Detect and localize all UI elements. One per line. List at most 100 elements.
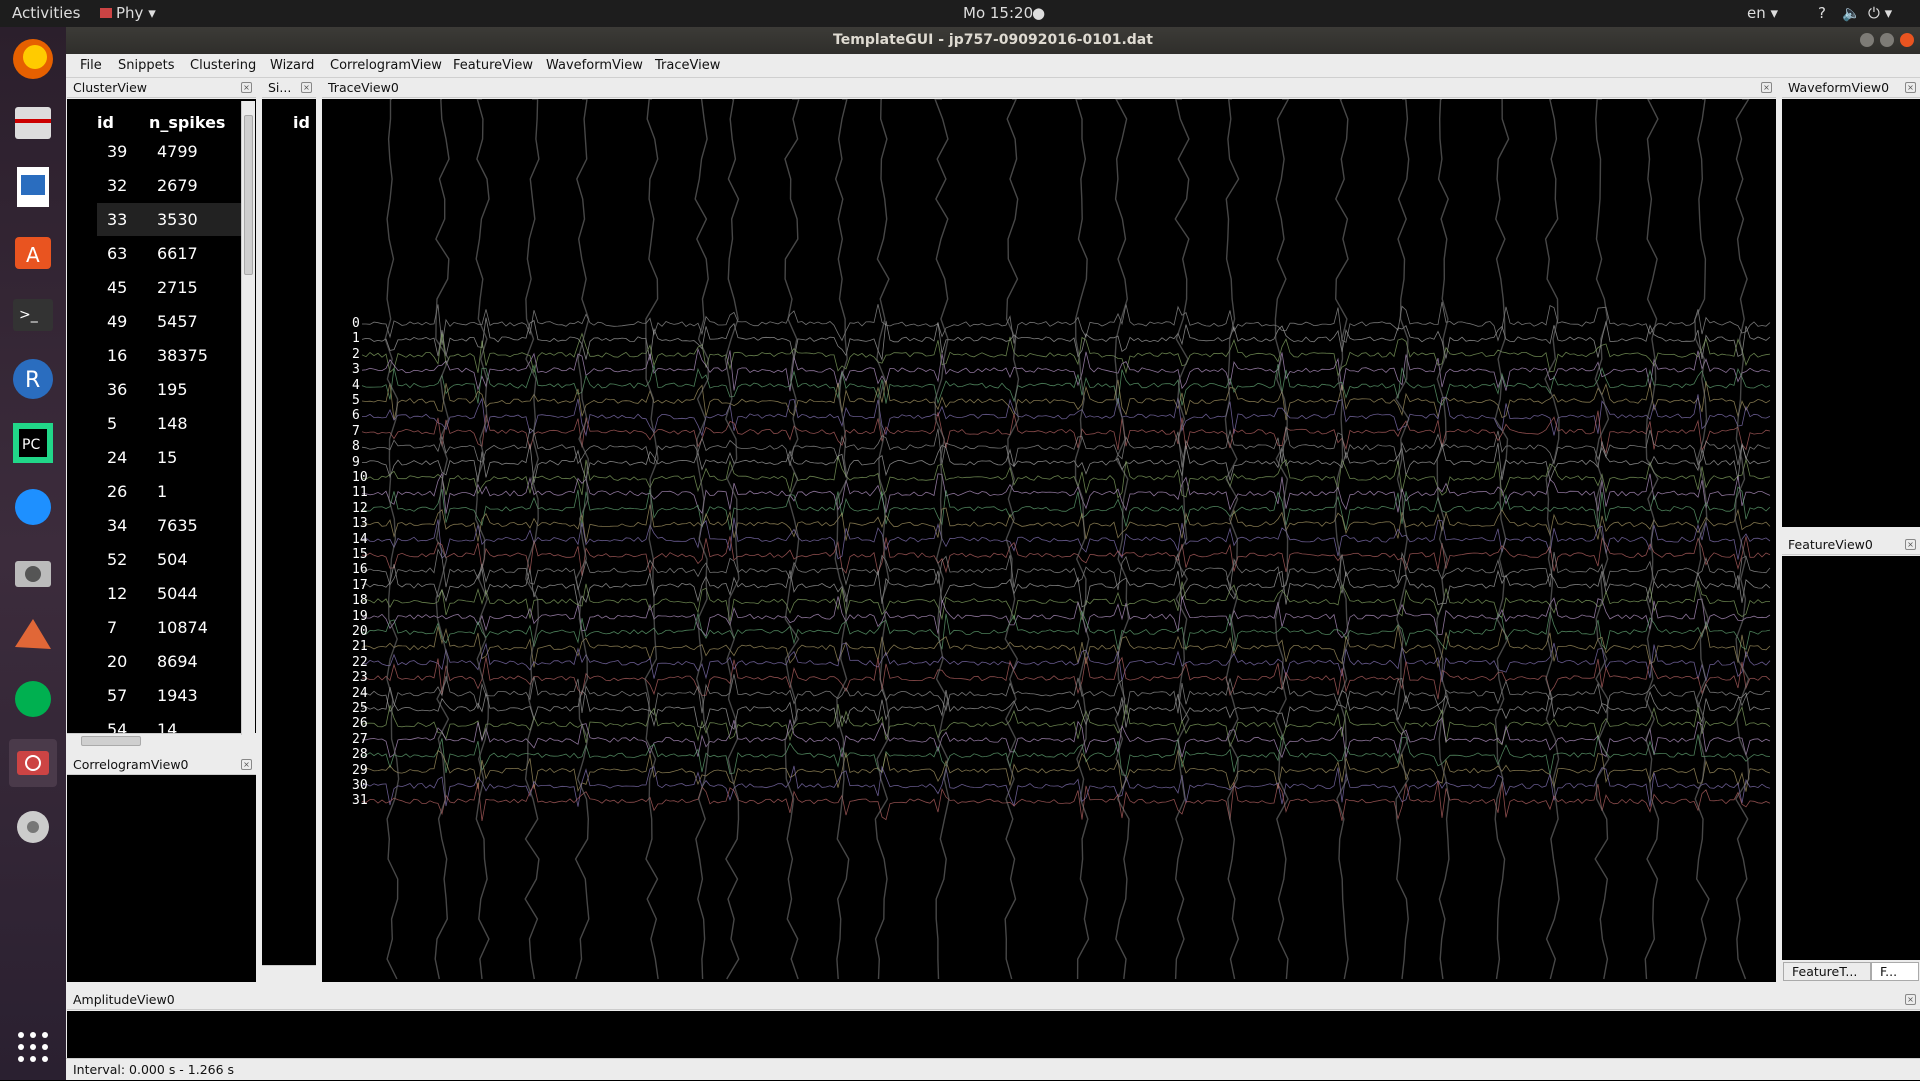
column-header-id[interactable]: id — [97, 113, 114, 132]
app-menu[interactable]: Phy ▾ — [100, 4, 156, 22]
similarity-table[interactable]: id — [262, 99, 316, 965]
column-header-n-spikes[interactable]: n_spikes — [149, 113, 225, 132]
software-center-icon[interactable]: A — [9, 227, 57, 275]
menu-correlogramview[interactable]: CorrelogramView — [330, 58, 442, 73]
cluster-row[interactable]: 52 504 — [97, 543, 241, 576]
spike-burst — [874, 99, 890, 980]
channel-label: 21 — [352, 639, 368, 655]
language-selector[interactable]: en ▾ — [1747, 4, 1778, 22]
power-icon[interactable]: ⏻ ▾ — [1868, 4, 1892, 22]
correlogramview-close-icon[interactable]: × — [241, 759, 252, 770]
channel-label: 29 — [352, 762, 368, 778]
traceview-close-icon[interactable]: × — [1761, 82, 1772, 93]
correlogramview-title: CorrelogramView0 × — [67, 755, 256, 775]
channel-label: 24 — [352, 685, 368, 701]
amplitudeview-close-icon[interactable]: × — [1905, 994, 1916, 1005]
channel-label: 10 — [352, 470, 368, 485]
close-icon[interactable] — [1900, 33, 1914, 47]
camera-icon[interactable] — [9, 547, 57, 595]
terminal-icon[interactable]: >_ — [9, 291, 57, 339]
cluster-row[interactable]: 39 4799 — [97, 135, 241, 168]
cluster-row[interactable]: 24 15 — [97, 441, 241, 474]
settings-icon[interactable] — [9, 803, 57, 851]
cluster-n-spikes: 5457 — [157, 312, 198, 331]
volume-icon[interactable]: 🔈 — [1842, 4, 1861, 22]
r-icon[interactable]: R — [9, 355, 57, 403]
blue-app-icon[interactable] — [9, 483, 57, 531]
channel-trace — [361, 504, 1771, 543]
cluster-row[interactable]: 63 6617 — [97, 237, 241, 270]
cluster-row[interactable]: 34 7635 — [97, 509, 241, 542]
clock[interactable]: Mo 15:20 — [963, 4, 1033, 22]
channel-trace — [361, 456, 1771, 499]
cluster-row[interactable]: 32 2679 — [97, 169, 241, 202]
cluster-row[interactable]: 33 3530 — [97, 203, 241, 236]
channel-trace — [361, 364, 1771, 406]
network-icon[interactable]: ? — [1818, 4, 1826, 22]
cluster-row[interactable]: 26 1 — [97, 475, 241, 508]
cluster-vertical-scrollbar[interactable] — [241, 101, 255, 735]
channel-trace — [361, 765, 1771, 807]
menu-wizard[interactable]: Wizard — [270, 58, 314, 73]
cluster-id: 63 — [107, 244, 128, 263]
green-app-icon[interactable] — [9, 675, 57, 723]
cluster-row[interactable]: 7 10874 — [97, 611, 241, 644]
menu-traceview[interactable]: TraceView — [655, 58, 720, 73]
window-titlebar: TemplateGUI - jp757-09092016-0101.dat — [66, 27, 1920, 54]
scrollbar-thumb[interactable] — [244, 115, 253, 275]
channel-label: 13 — [352, 516, 368, 532]
cluster-row[interactable]: 57 1943 — [97, 679, 241, 712]
cluster-n-spikes: 148 — [157, 414, 188, 433]
cluster-row[interactable]: 12 5044 — [97, 577, 241, 610]
cluster-row[interactable]: 36 195 — [97, 373, 241, 406]
show-apps-icon[interactable] — [9, 1023, 57, 1071]
cluster-row[interactable]: 54 14 — [97, 713, 241, 733]
menu-snippets[interactable]: Snippets — [118, 58, 174, 73]
featureview-close-icon[interactable]: × — [1905, 539, 1916, 550]
channel-label: 16 — [352, 562, 368, 578]
menu-file[interactable]: File — [80, 58, 102, 73]
channel-trace — [362, 301, 1771, 346]
clusterview-close-icon[interactable]: × — [241, 82, 252, 93]
cluster-table[interactable]: id n_spikes 39 4799 32 2679 33 3530 63 6617 45 27… — [67, 99, 256, 733]
phy-icon[interactable] — [9, 739, 57, 787]
cluster-row[interactable]: 45 2715 — [97, 271, 241, 304]
correlogram-canvas[interactable] — [67, 775, 256, 982]
dock: A >_ R PC — [0, 27, 66, 1080]
writer-icon[interactable] — [9, 163, 57, 211]
waveformview-close-icon[interactable]: × — [1905, 82, 1916, 93]
files-icon[interactable] — [9, 99, 57, 147]
waveform-canvas[interactable] — [1782, 99, 1920, 527]
cluster-row[interactable]: 5 148 — [97, 407, 241, 440]
cluster-horizontal-scrollbar[interactable] — [67, 733, 241, 748]
featureview-title: FeatureView0 × — [1782, 535, 1920, 555]
spike-burst — [1004, 99, 1020, 980]
channel-label: 22 — [352, 654, 368, 670]
amplitude-canvas[interactable] — [67, 1011, 1920, 1058]
pycharm-icon[interactable]: PC — [9, 419, 57, 467]
channel-label: 28 — [352, 747, 368, 763]
similarity-horizontal-scrollbar[interactable] — [262, 965, 316, 980]
channel-trace — [361, 379, 1771, 421]
traceview-title-label: TraceView0 — [328, 80, 399, 95]
cluster-row[interactable]: 49 5457 — [97, 305, 241, 338]
activities-button[interactable]: Activities — [12, 4, 80, 22]
similarity-column-header-id[interactable]: id — [293, 113, 310, 132]
maximize-icon[interactable] — [1880, 33, 1894, 47]
feature-canvas[interactable] — [1782, 556, 1920, 960]
tab-featureview[interactable]: F... — [1871, 962, 1919, 981]
menu-featureview[interactable]: FeatureView — [453, 58, 533, 73]
cluster-row[interactable]: 16 38375 — [97, 339, 241, 372]
minimize-icon[interactable] — [1860, 33, 1874, 47]
trace-canvas[interactable]: 0 1 2 3 4 5 6 7 8 9 10 11 12 13 14 15 16 17 18 19 20 21 22 23 24… — [322, 99, 1776, 982]
menu-clustering[interactable]: Clustering — [190, 58, 256, 73]
firefox-icon[interactable] — [9, 35, 57, 83]
similarityview-close-icon[interactable]: × — [301, 82, 312, 93]
matlab-icon[interactable] — [9, 611, 57, 659]
clusterview-title-label: ClusterView — [73, 80, 148, 95]
cluster-id: 52 — [107, 550, 128, 569]
scrollbar-thumb[interactable] — [81, 736, 141, 746]
cluster-row[interactable]: 20 8694 — [97, 645, 241, 678]
tab-featuretemplate[interactable]: FeatureT... — [1783, 962, 1871, 981]
menu-waveformview[interactable]: WaveformView — [546, 58, 643, 73]
